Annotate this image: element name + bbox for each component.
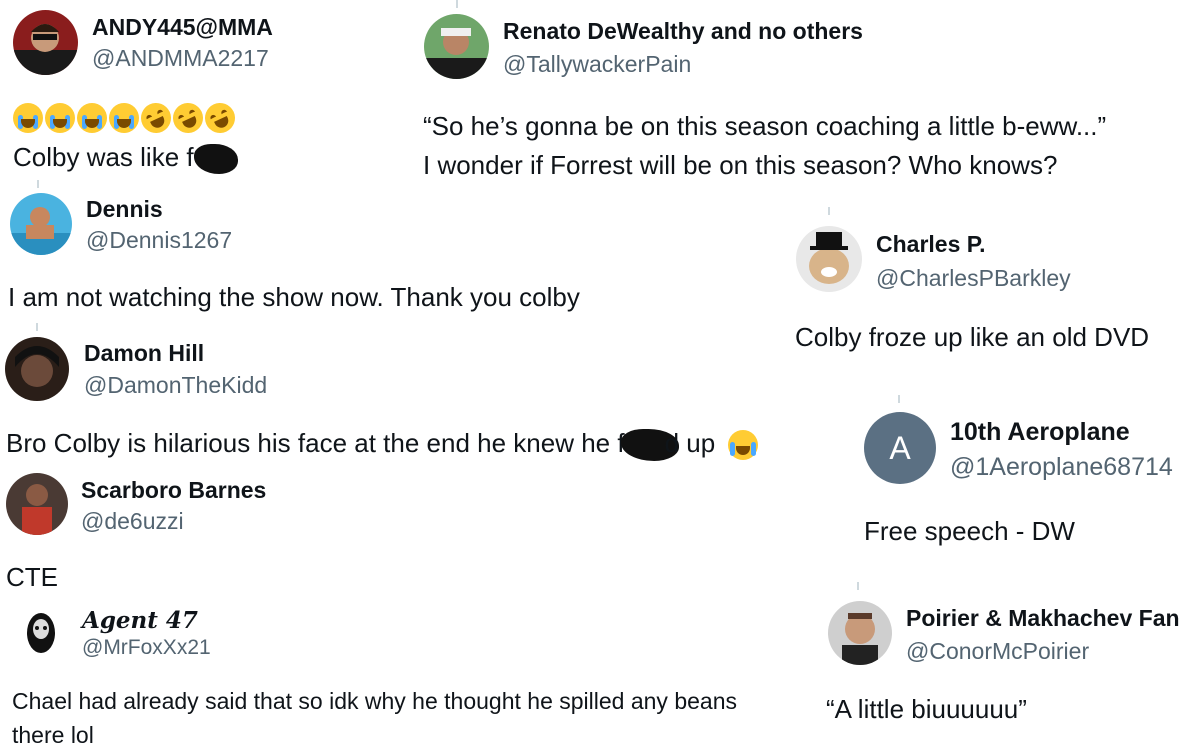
avatar-letter: A [864, 412, 936, 484]
crying-face-icon [109, 103, 139, 133]
censor-scribble [193, 144, 238, 175]
display-name[interactable]: ANDY445@MMA [92, 14, 273, 41]
avatar[interactable] [424, 14, 489, 79]
user-handle[interactable]: @1Aeroplane68714 [950, 453, 1173, 482]
display-name[interactable]: Renato DeWealthy and no others [503, 18, 863, 45]
rolling-laughing-icon [200, 98, 240, 138]
rolling-laughing-icon [136, 98, 176, 138]
tweet-text-line-1: “So he’s gonna be on this season coachin… [423, 111, 1107, 141]
user-handle[interactable]: @DamonTheKidd [84, 372, 267, 399]
avatar[interactable] [6, 473, 68, 535]
user-handle[interactable]: @MrFoxXx21 [82, 636, 211, 660]
user-handle[interactable]: @Dennis1267 [86, 227, 232, 254]
display-name[interactable]: Charles P. [876, 231, 986, 258]
display-name[interactable]: Damon Hill [84, 340, 204, 367]
avatar[interactable] [12, 603, 70, 661]
tears-of-joy-icon [728, 430, 759, 461]
rolling-laughing-icon [168, 98, 208, 138]
display-name[interactable]: Agent 47 [82, 607, 198, 634]
display-name[interactable]: Scarboro Barnes [81, 477, 266, 504]
avatar[interactable] [10, 193, 72, 255]
tweet-text: “A little biuuuuuu” [826, 694, 1027, 724]
avatar[interactable]: A [864, 412, 936, 484]
crying-face-icon [45, 103, 75, 133]
avatar[interactable] [796, 226, 862, 292]
thread-line [898, 395, 900, 403]
tweet-text: Colby was like f [13, 138, 238, 176]
tweet-text: I am not watching the show now. Thank yo… [8, 282, 580, 312]
thread-line [857, 582, 859, 590]
user-handle[interactable]: @ANDMMA2217 [92, 45, 269, 72]
tweet-text-prefix: Colby was like f [13, 142, 194, 172]
avatar[interactable] [13, 10, 78, 75]
tweet-text: CTE [6, 562, 58, 592]
tweet-text: Free speech - DW [864, 516, 1075, 546]
tweet-text: Colby froze up like an old DVD [795, 322, 1150, 352]
tweet-text: Bro Colby is hilarious his face at the e… [6, 424, 760, 462]
user-handle[interactable]: @CharlesPBarkley [876, 265, 1071, 292]
user-handle[interactable]: @de6uzzi [81, 508, 184, 535]
display-name[interactable]: Dennis [86, 196, 163, 223]
avatar[interactable] [5, 337, 69, 401]
tweet-text-line-2: there lol [12, 722, 94, 748]
display-name[interactable]: 10th Aeroplane [950, 418, 1130, 447]
tweet-text-line-2: I wonder if Forrest will be on this seas… [423, 150, 1058, 180]
display-name[interactable]: Poirier & Makhachev Fan [906, 605, 1180, 632]
tweet-text-prefix: Bro Colby is hilarious his face at the e… [6, 428, 625, 458]
user-handle[interactable]: @TallywackerPain [503, 51, 691, 78]
emoji-row [13, 98, 240, 138]
thread-line [36, 323, 38, 331]
avatar[interactable] [828, 601, 892, 665]
thread-line [456, 0, 458, 8]
crying-face-icon [77, 103, 107, 133]
tweet-text-suffix: d up [664, 428, 716, 458]
tweet-text-line-1: Chael had already said that so idk why h… [12, 688, 737, 714]
user-handle[interactable]: @ConorMcPoirier [906, 638, 1089, 665]
thread-line [828, 207, 830, 215]
thread-line [37, 180, 39, 188]
crying-face-icon [13, 103, 43, 133]
